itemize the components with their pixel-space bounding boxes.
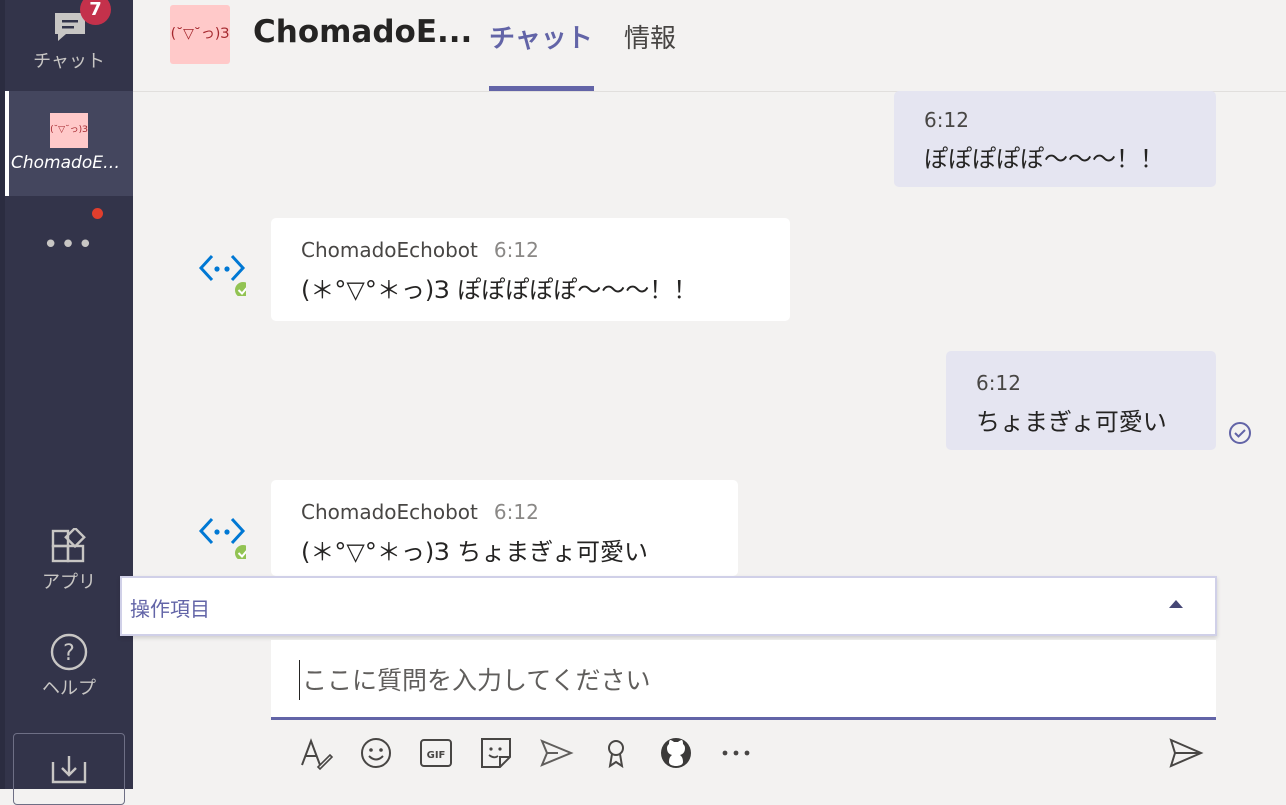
rail-item-label: ヘルプ (42, 678, 96, 699)
message-text: ぽぽぽぽぽ〜〜〜！！ (924, 145, 1164, 173)
bot-avatar-icon (198, 517, 246, 559)
download-button[interactable] (13, 733, 125, 805)
rail-item-label: ChomadoEc... (11, 153, 129, 173)
caret-up-icon[interactable] (1169, 600, 1183, 608)
message-time: 6:12 (493, 238, 539, 262)
message-time: 6:12 (976, 371, 1021, 395)
download-icon (51, 756, 87, 784)
svg-text:?: ? (63, 641, 75, 666)
message-text: ちょまぎょ可愛い (976, 408, 1167, 436)
tab-chat[interactable]: チャット (489, 18, 593, 55)
bot-avatar: (˘▽˘っ)З (170, 5, 230, 64)
message-time: 6:12 (493, 500, 539, 524)
sticker-icon[interactable] (478, 735, 514, 771)
app-thumbnail: (˘▽˘っ)З (50, 113, 88, 148)
praise-icon[interactable] (598, 735, 634, 771)
message-text: (＊°▽°＊っ)З ちょまぎょ可愛い (301, 538, 648, 566)
notification-dot (92, 208, 103, 219)
rail-item-apps[interactable]: アプリ (5, 528, 133, 598)
rail-item-chomado[interactable]: (˘▽˘っ)З ChomadoEc... (5, 91, 133, 196)
schedule-meeting-icon[interactable] (538, 735, 574, 771)
more-apps-button[interactable]: ••• (5, 230, 133, 260)
message-bot: ChomadoEchobot 6:12 (＊°▽°＊っ)З ぽぽぽぽぽ〜〜〜！！ (271, 218, 790, 321)
message-input[interactable] (299, 660, 1184, 700)
help-icon: ? (50, 633, 88, 671)
message-text: (＊°▽°＊っ)З ぽぽぽぽぽ〜〜〜！！ (301, 276, 698, 304)
message-time: 6:12 (924, 108, 969, 132)
actions-label: 操作項目 (130, 597, 210, 621)
message-sender: ChomadoEchobot (301, 238, 478, 262)
actions-dropdown[interactable]: 操作項目 (120, 576, 1217, 636)
message-sender: ChomadoEchobot (301, 500, 478, 524)
tab-info[interactable]: 情報 (624, 18, 676, 55)
github-icon[interactable] (658, 735, 694, 771)
format-icon[interactable] (298, 735, 334, 771)
apps-icon (51, 528, 86, 563)
send-icon[interactable] (1168, 735, 1204, 771)
app-rail: 7 チャット (˘▽˘っ)З ChomadoEc... ••• アプリ ? ヘル… (0, 0, 133, 805)
unread-badge: 7 (80, 0, 111, 25)
more-options-icon[interactable] (718, 735, 754, 771)
message-mine: 6:12 ぽぽぽぽぽ〜〜〜！！ (894, 91, 1216, 187)
gif-icon[interactable]: GIF (418, 735, 454, 771)
chat-header: (˘▽˘っ)З ChomadoE... チャット 情報 (133, 0, 1286, 92)
rail-item-chat[interactable]: 7 チャット (5, 0, 133, 80)
read-receipt-icon (1229, 422, 1251, 444)
message-bot: ChomadoEchobot 6:12 (＊°▽°＊っ)З ちょまぎょ可愛い (271, 480, 738, 576)
rail-item-label: チャット (33, 51, 105, 72)
page-title: ChomadoE... (253, 14, 473, 50)
svg-text:GIF: GIF (427, 750, 446, 761)
message-mine: 6:12 ちょまぎょ可愛い (946, 351, 1216, 450)
rail-item-help[interactable]: ? ヘルプ (5, 632, 133, 702)
active-tab-indicator (489, 86, 594, 91)
active-indicator (5, 91, 9, 196)
bot-avatar-icon (198, 254, 246, 296)
rail-item-label: アプリ (42, 572, 96, 593)
emoji-icon[interactable] (358, 735, 394, 771)
compose-box (271, 640, 1216, 720)
